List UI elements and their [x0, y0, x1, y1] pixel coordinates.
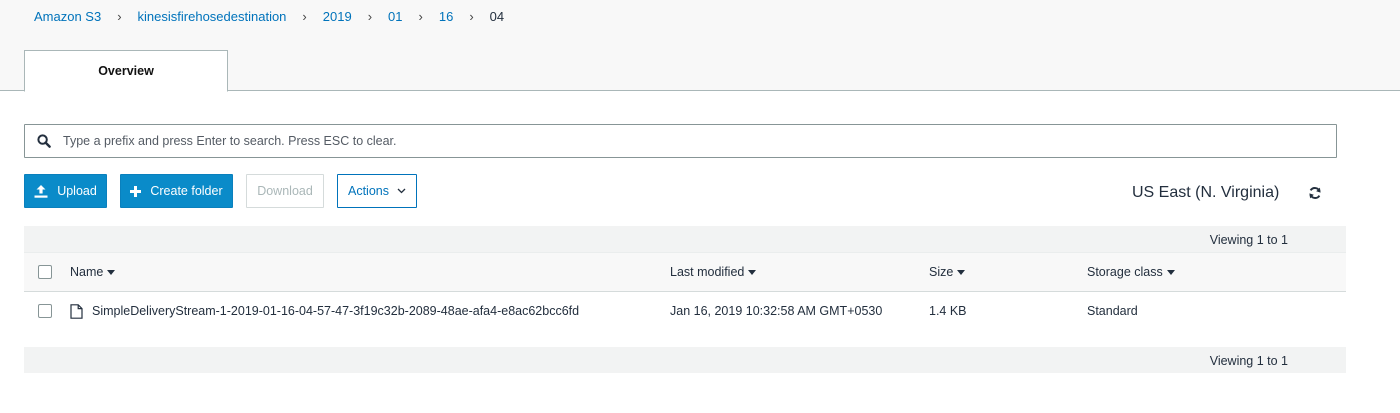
breadcrumb-separator-icon: › [469, 9, 474, 24]
viewing-bar-bottom: Viewing 1 to 1 [24, 347, 1346, 373]
download-button[interactable]: Download [246, 174, 324, 208]
actions-dropdown[interactable]: Actions [337, 174, 417, 208]
create-folder-button-label: Create folder [150, 184, 223, 198]
object-storage-class: Standard [1087, 304, 1138, 318]
search-box [24, 124, 1337, 158]
header-band: Amazon S3 › kinesisfirehosedestination ›… [0, 0, 1400, 92]
breadcrumb-separator-icon: › [117, 9, 122, 24]
region-label: US East (N. Virginia) [1132, 184, 1280, 201]
column-header-last-modified-label: Last modified [670, 265, 745, 279]
column-header-storage-class-label: Storage class [1087, 265, 1163, 279]
breadcrumb-item-day[interactable]: 16 [439, 9, 453, 24]
breadcrumb-separator-icon: › [367, 9, 373, 24]
viewing-count: Viewing 1 to 1 [1209, 233, 1288, 247]
breadcrumb: Amazon S3 › kinesisfirehosedestination ›… [34, 9, 504, 24]
file-icon [70, 303, 83, 319]
download-button-label: Download [257, 184, 313, 198]
column-header-size-label: Size [929, 265, 954, 279]
column-header-name[interactable]: Name [70, 253, 116, 291]
upload-button[interactable]: Upload [24, 174, 107, 208]
actions-dropdown-label: Actions [348, 184, 389, 198]
search-icon [25, 125, 63, 157]
column-header-name-label: Name [70, 265, 104, 279]
viewing-bar-top: Viewing 1 to 1 [24, 226, 1346, 252]
object-name[interactable]: SimpleDeliveryStream-1-2019-01-16-04-57-… [92, 304, 579, 318]
breadcrumb-item-month[interactable]: 01 [388, 9, 402, 24]
sort-caret-icon [748, 270, 757, 275]
upload-button-label: Upload [57, 184, 97, 198]
table-header: Name Last modified Size Storage class [24, 252, 1346, 292]
breadcrumb-separator-icon: › [418, 9, 423, 24]
viewing-count: Viewing 1 to 1 [1209, 354, 1288, 368]
column-header-size[interactable]: Size [929, 253, 966, 291]
select-all-checkbox[interactable] [38, 265, 52, 279]
sort-caret-icon [957, 270, 966, 275]
sort-caret-icon [1166, 270, 1175, 275]
tab-overview[interactable]: Overview [24, 50, 228, 92]
plus-icon [130, 185, 142, 197]
breadcrumb-item-amazon-s3[interactable]: Amazon S3 [34, 9, 101, 24]
create-folder-button[interactable]: Create folder [120, 174, 233, 208]
sort-caret-icon [107, 270, 116, 275]
refresh-icon[interactable] [1306, 184, 1324, 202]
object-name-cell[interactable]: SimpleDeliveryStream-1-2019-01-16-04-57-… [70, 292, 579, 330]
column-header-last-modified[interactable]: Last modified [670, 253, 757, 291]
object-last-modified: Jan 16, 2019 10:32:58 AM GMT+0530 [670, 304, 883, 318]
upload-icon [34, 184, 48, 198]
chevron-down-icon [397, 188, 406, 194]
breadcrumb-item-bucket[interactable]: kinesisfirehosedestination [138, 9, 287, 24]
row-checkbox[interactable] [38, 304, 52, 318]
breadcrumb-item-hour: 04 [489, 9, 505, 24]
object-size: 1.4 KB [929, 304, 967, 318]
breadcrumb-item-year[interactable]: 2019 [323, 9, 352, 24]
breadcrumb-separator-icon: › [302, 9, 307, 24]
search-input[interactable] [63, 126, 1336, 156]
column-header-storage-class[interactable]: Storage class [1087, 253, 1175, 291]
table-row: SimpleDeliveryStream-1-2019-01-16-04-57-… [24, 292, 1346, 330]
